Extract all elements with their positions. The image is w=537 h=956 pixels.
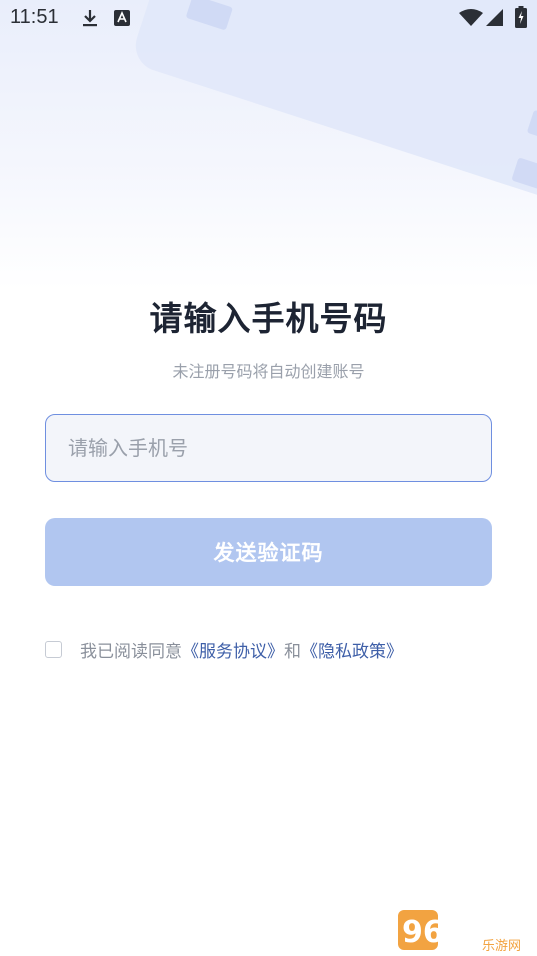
page-title: 请输入手机号码 bbox=[149, 299, 388, 338]
agreement-conjunction-text: 和 bbox=[284, 641, 301, 662]
status-bar: 11:51 bbox=[0, 0, 537, 36]
film-hole bbox=[526, 109, 537, 146]
privacy-policy-link[interactable]: 《隐私政策》 bbox=[301, 637, 403, 662]
wifi-icon bbox=[459, 9, 483, 31]
agreement-checkbox[interactable] bbox=[45, 640, 62, 658]
download-icon bbox=[80, 8, 100, 32]
header-background bbox=[0, 0, 537, 290]
service-agreement-link[interactable]: 《服务协议》 bbox=[182, 637, 284, 662]
agreement-prefix-text: 我已阅读同意 bbox=[80, 641, 182, 662]
status-time: 11:51 bbox=[10, 6, 59, 28]
battery-charging-icon bbox=[515, 6, 527, 32]
phone-number-input[interactable] bbox=[45, 414, 492, 482]
film-hole bbox=[511, 157, 537, 194]
signal-icon bbox=[486, 9, 504, 31]
send-verification-code-button[interactable]: 发送验证码 bbox=[45, 518, 492, 586]
agreement-row: 我已阅读同意 《服务协议》 和 《隐私政策》 bbox=[45, 636, 403, 662]
keyboard-a-icon bbox=[114, 10, 130, 30]
page-subtitle: 未注册号码将自动创建账号 bbox=[172, 362, 365, 381]
site-watermark-logo: 962.NET 乐游网 bbox=[398, 908, 537, 954]
watermark-sub-text: 乐游网 bbox=[482, 939, 521, 952]
